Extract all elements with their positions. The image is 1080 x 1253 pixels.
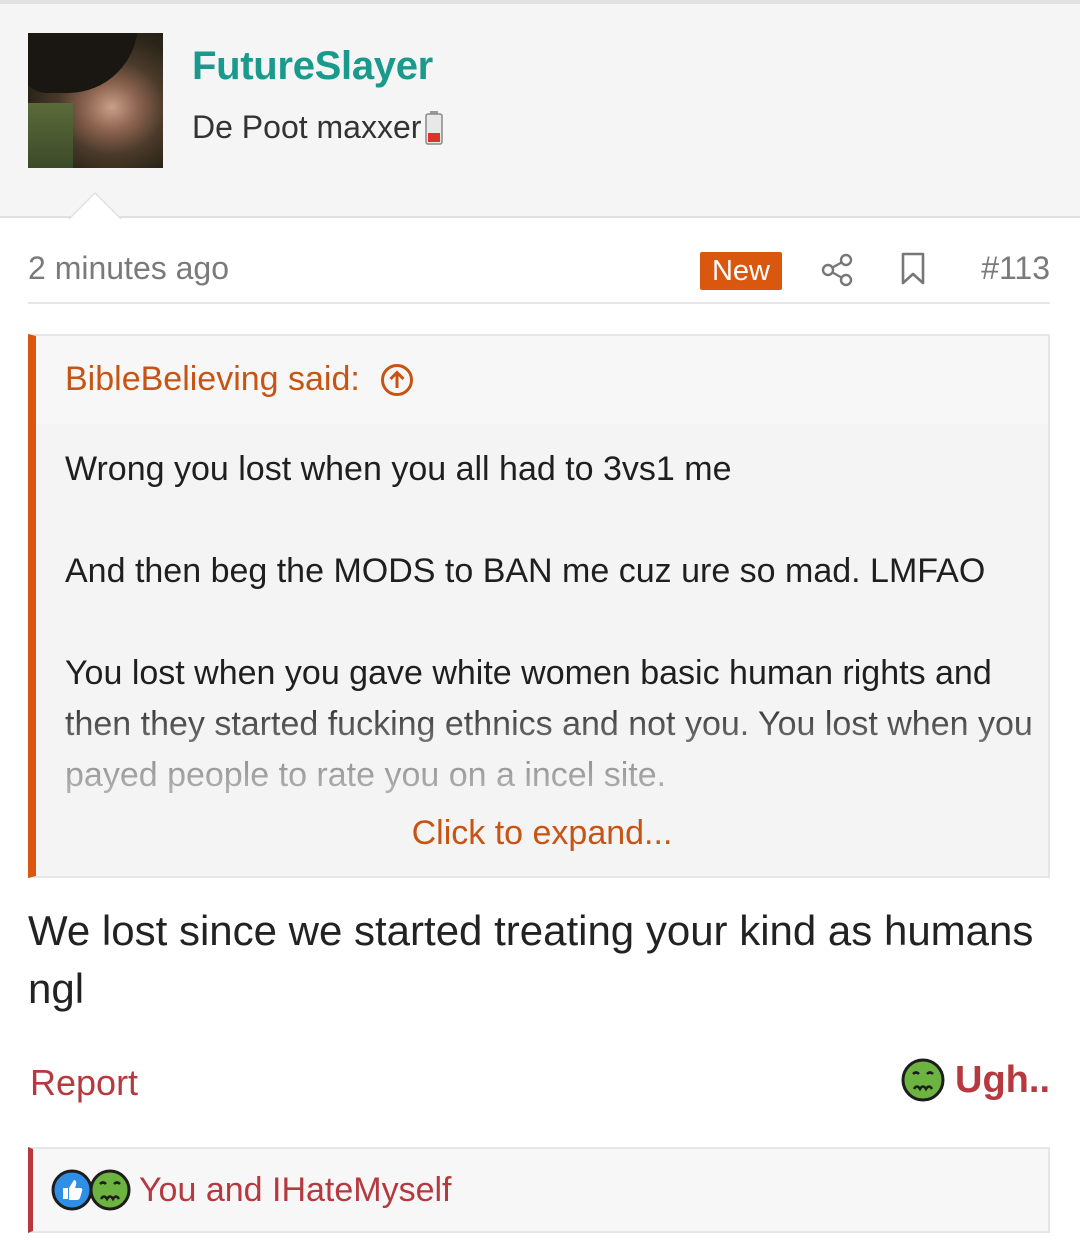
reaction-label: Ugh.. — [955, 1058, 1050, 1101]
share-icon[interactable] — [820, 253, 854, 287]
quote-block: BibleBelieving said: Wrong you lost when… — [28, 334, 1050, 878]
arrow-up-circle-icon[interactable] — [380, 363, 414, 397]
user-title-text: De Poot maxxer — [192, 109, 422, 145]
reactions-summary[interactable]: You and IHateMyself — [28, 1147, 1050, 1233]
quote-paragraph: And then beg the MODS to BAN me cuz ure … — [65, 552, 986, 590]
user-title: De Poot maxxer — [192, 109, 444, 146]
nauseated-face-icon — [901, 1058, 945, 1102]
post-timestamp[interactable]: 2 minutes ago — [28, 250, 229, 287]
avatar-hair — [28, 33, 138, 93]
username-link[interactable]: FutureSlayer — [192, 44, 433, 89]
user-block-pointer — [68, 192, 122, 219]
post-user-header: FutureSlayer De Poot maxxer — [0, 4, 1080, 218]
nauseated-face-icon — [89, 1169, 131, 1211]
post-meta-row: 2 minutes ago New #113 — [28, 244, 1050, 304]
bookmark-icon[interactable] — [900, 252, 926, 286]
quote-author-link[interactable]: BibleBelieving said: — [65, 360, 414, 399]
report-link[interactable]: Report — [30, 1062, 138, 1104]
quote-author-text: BibleBelieving said: — [65, 360, 360, 398]
post-body-text: We lost since we started treating your k… — [28, 907, 1034, 1012]
avatar[interactable] — [28, 33, 163, 168]
quote-paragraph: Wrong you lost when you all had to 3vs1 … — [65, 450, 732, 488]
reaction-icons — [51, 1169, 131, 1211]
post-number-link[interactable]: #113 — [981, 250, 1050, 287]
reactors-list[interactable]: You and IHateMyself — [139, 1171, 452, 1210]
new-badge: New — [700, 252, 782, 290]
battery-low-icon — [425, 110, 444, 145]
like-icon — [51, 1169, 93, 1211]
avatar-background — [28, 103, 73, 168]
expand-quote-link[interactable]: Click to expand... — [36, 814, 1048, 853]
reaction-button[interactable]: Ugh.. — [901, 1058, 1050, 1102]
quote-header: BibleBelieving said: — [36, 336, 1048, 424]
